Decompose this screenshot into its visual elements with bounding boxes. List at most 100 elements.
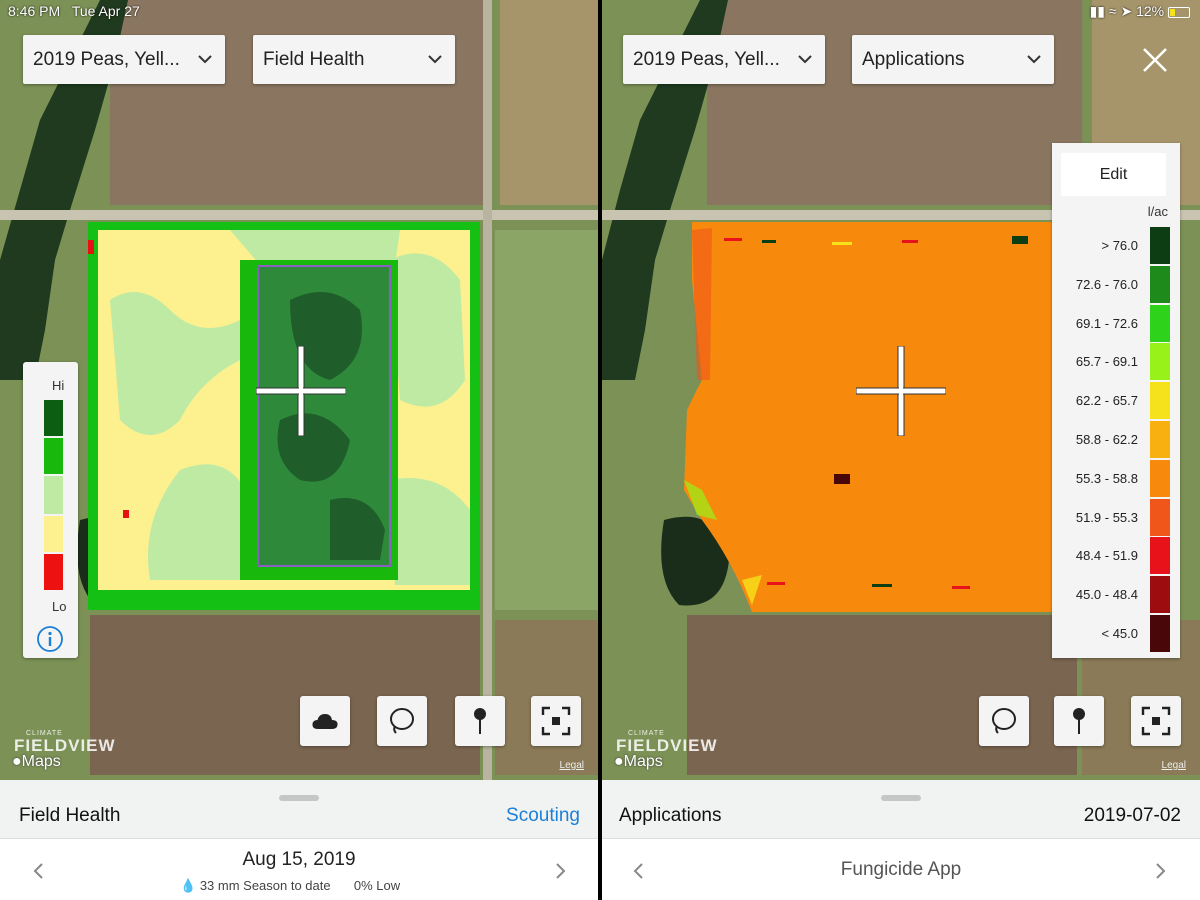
legend-row-label: 62.2 - 65.7 — [1075, 393, 1138, 409]
application-navigator: Fungicide App — [602, 838, 1200, 900]
cloud-icon — [312, 714, 338, 729]
legend-row: 69.1 - 72.6 — [1052, 304, 1180, 342]
chevron-down-icon — [798, 55, 812, 64]
rainfall-text: 33 mm Season to date — [199, 878, 331, 893]
pin-button[interactable] — [1054, 696, 1104, 746]
right-panel: ▮▮ ≈ ➤ 12% 2019 Peas, Yell... Applicatio… — [602, 0, 1200, 900]
legend-swatch — [1150, 382, 1170, 420]
legend-row: 58.8 - 62.2 — [1052, 421, 1180, 458]
field-dropdown-label: 2019 Peas, Yell... — [33, 48, 180, 70]
layer-dropdown-label: Field Health — [263, 48, 365, 70]
image-date: Aug 15, 2019 — [242, 849, 356, 870]
legend-row: 55.3 - 58.8 — [1052, 459, 1180, 497]
chevron-down-icon — [428, 55, 442, 64]
field-health-map[interactable]: 8:46 PM Tue Apr 27 2019 Peas, Yell... Fi… — [0, 0, 598, 780]
apple-icon: ● — [12, 753, 22, 770]
legend-row-label: 48.4 - 51.9 — [1075, 548, 1138, 564]
legend-row-label: < 45.0 — [1101, 626, 1138, 641]
legend-row-label: > 76.0 — [1101, 238, 1138, 253]
legend-swatch — [1150, 498, 1170, 536]
legend-row: 48.4 - 51.9 — [1052, 537, 1180, 575]
lasso-icon — [390, 708, 414, 734]
bottom-sheet-header[interactable]: Field Health Scouting — [0, 780, 598, 838]
droplet-icon: 💧 — [180, 878, 197, 893]
legal-link[interactable]: Legal — [1162, 760, 1186, 771]
legend-row-label: 65.7 - 69.1 — [1075, 354, 1138, 370]
legend-swatch — [44, 554, 63, 590]
info-icon[interactable] — [36, 625, 64, 653]
lasso-icon — [992, 708, 1016, 734]
battery-percent: 12% — [1136, 3, 1165, 19]
status-time: 8:46 PM Tue Apr 27 — [8, 3, 140, 19]
status-bar-right: ▮▮ ≈ ➤ 12% — [1090, 3, 1190, 20]
sheet-title: Applications — [619, 805, 722, 826]
legend-swatch — [1150, 459, 1170, 497]
field-health-legend: Hi Lo — [23, 362, 78, 658]
battery-icon — [1168, 6, 1190, 18]
legend-swatch — [1150, 304, 1170, 342]
edit-legend-button[interactable]: Edit — [1061, 153, 1166, 196]
maps-attribution: ●Maps — [12, 753, 61, 770]
field-dropdown[interactable]: 2019 Peas, Yell... — [23, 35, 225, 84]
legend-lo-label: Lo — [52, 599, 67, 614]
field-dropdown[interactable]: 2019 Peas, Yell... — [623, 35, 825, 84]
legend-swatch — [44, 516, 63, 552]
legend-row: 51.9 - 55.3 — [1052, 498, 1180, 536]
legend-row: 62.2 - 65.7 — [1052, 382, 1180, 420]
legend-swatch — [1150, 343, 1170, 381]
legend-swatch — [1150, 265, 1170, 303]
apple-icon: ● — [614, 753, 624, 770]
drag-handle[interactable] — [279, 795, 319, 801]
frame-icon — [1141, 706, 1171, 736]
legend-swatch — [1150, 421, 1170, 458]
pin-icon — [474, 708, 486, 734]
legend-row-label: 69.1 - 72.6 — [1075, 315, 1138, 331]
field-dropdown-label: 2019 Peas, Yell... — [633, 48, 780, 70]
legend-row-label: 72.6 - 76.0 — [1075, 276, 1138, 292]
close-icon[interactable] — [1141, 46, 1169, 74]
legend-row-label: 51.9 - 55.3 — [1075, 509, 1138, 525]
applications-legend: Edit l/ac > 76.0 72.6 - 76.0 69.1 - 72.6 65… — [1052, 143, 1180, 658]
legend-swatch — [1150, 615, 1170, 652]
pin-button[interactable] — [455, 696, 505, 746]
bottom-sheet-header[interactable]: Applications 2019-07-02 — [602, 780, 1200, 838]
pin-icon — [1073, 708, 1085, 734]
scouting-link[interactable]: Scouting — [506, 805, 580, 827]
maps-attribution: ●Maps — [614, 753, 663, 770]
crosshair-icon — [856, 346, 946, 436]
legend-row: > 76.0 — [1052, 227, 1180, 264]
legend-swatch — [44, 476, 63, 514]
legend-row-label: 45.0 - 48.4 — [1075, 587, 1138, 603]
layer-dropdown-label: Applications — [862, 48, 965, 70]
applications-map[interactable]: ▮▮ ≈ ➤ 12% 2019 Peas, Yell... Applicatio… — [602, 0, 1200, 780]
wifi-icon: ≈ — [1108, 3, 1117, 19]
legend-swatch — [1150, 537, 1170, 575]
layer-dropdown[interactable]: Field Health — [253, 35, 455, 84]
legend-swatch — [1150, 576, 1170, 614]
legend-swatch — [44, 438, 63, 474]
legend-unit: l/ac — [1147, 204, 1168, 219]
frame-icon — [541, 706, 571, 736]
lasso-button[interactable] — [979, 696, 1029, 746]
legal-link[interactable]: Legal — [560, 760, 584, 771]
legend-row: 65.7 - 69.1 — [1052, 343, 1180, 381]
crosshair-icon — [256, 346, 346, 436]
frame-button[interactable] — [1131, 696, 1181, 746]
legend-swatch — [1150, 227, 1170, 264]
weather-button[interactable] — [300, 696, 350, 746]
chevron-right-icon[interactable] — [555, 862, 567, 880]
legend-row: 72.6 - 76.0 — [1052, 265, 1180, 303]
chevron-right-icon[interactable] — [1155, 862, 1167, 880]
legend-hi-label: Hi — [52, 378, 65, 393]
drag-handle[interactable] — [881, 795, 921, 801]
frame-button[interactable] — [531, 696, 581, 746]
status-date: Tue Apr 27 — [71, 3, 140, 19]
lasso-button[interactable] — [377, 696, 427, 746]
layer-dropdown[interactable]: Applications — [852, 35, 1054, 84]
legend-swatch — [44, 400, 63, 436]
legend-row: 45.0 - 48.4 — [1052, 576, 1180, 614]
legend-row-label: 55.3 - 58.8 — [1075, 470, 1138, 486]
chevron-down-icon — [198, 55, 212, 64]
left-panel: 8:46 PM Tue Apr 27 2019 Peas, Yell... Fi… — [0, 0, 598, 900]
date-navigator: Aug 15, 2019 💧 33 mm Season to date 0% L… — [0, 838, 598, 900]
